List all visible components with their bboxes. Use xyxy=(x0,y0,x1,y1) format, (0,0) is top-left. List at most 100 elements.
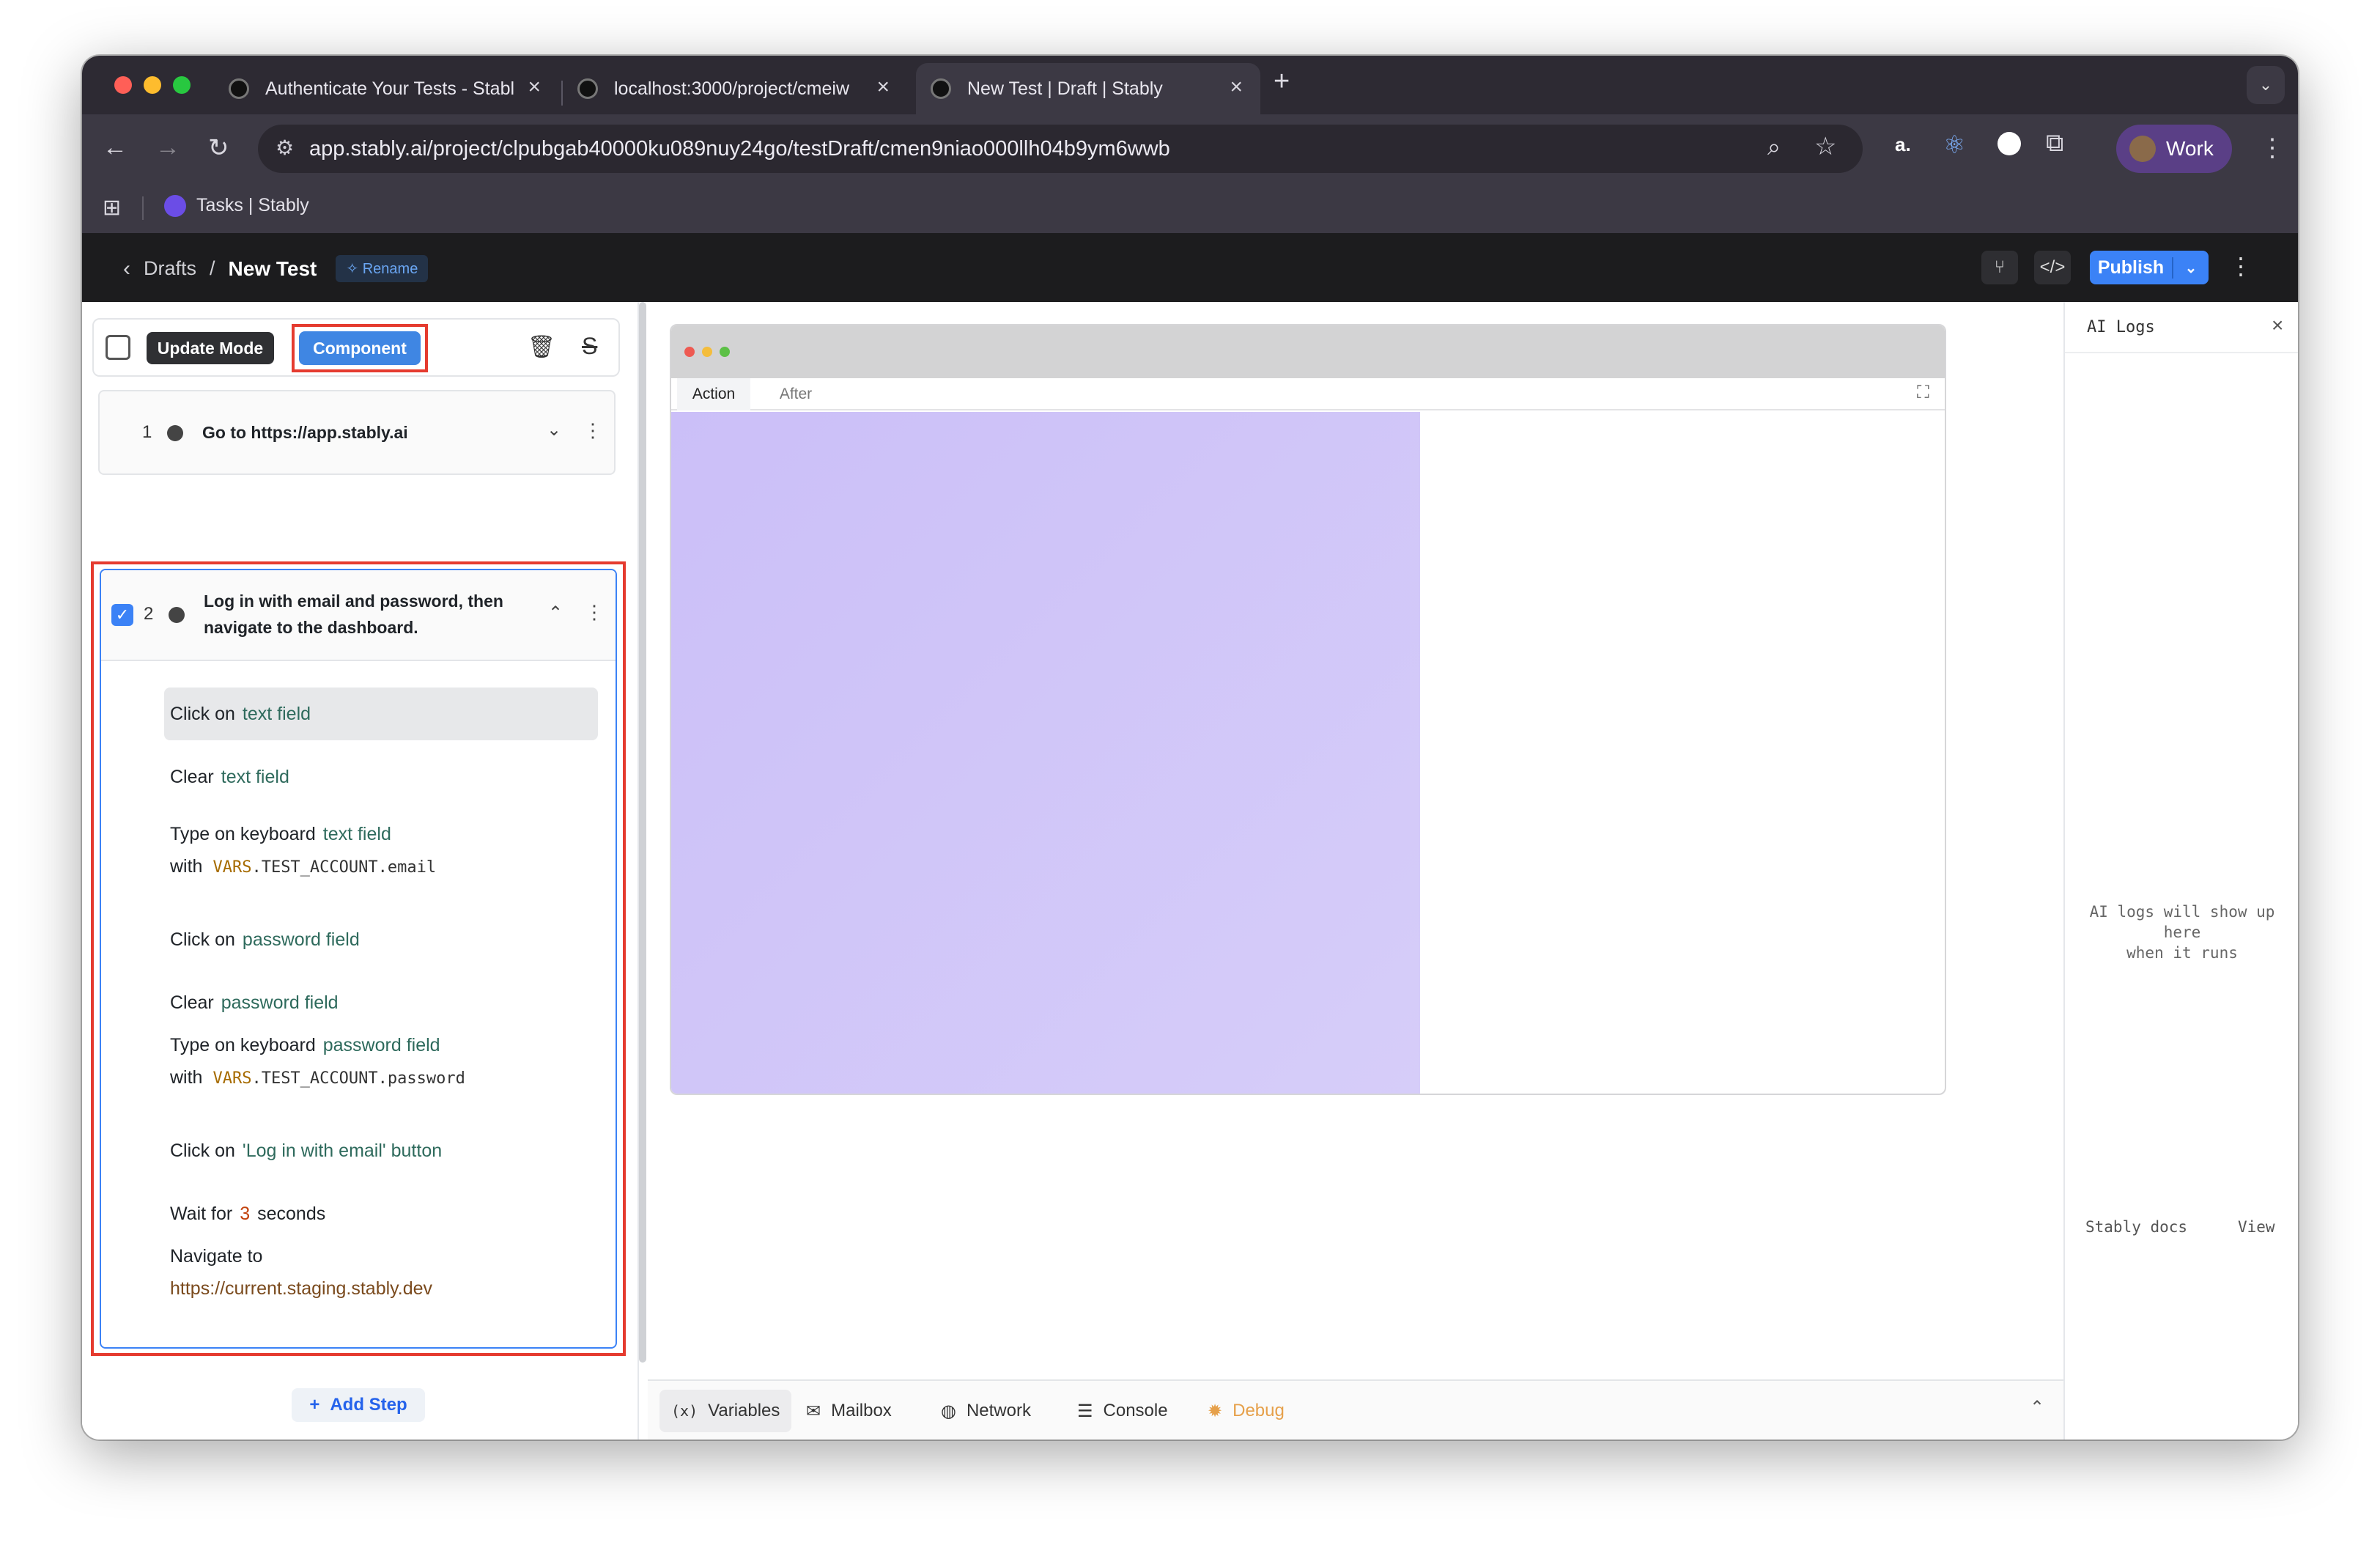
tab-search-button[interactable]: ⌄ xyxy=(2247,66,2285,104)
action-url: https://current.staging.stably.dev xyxy=(170,1278,433,1299)
forward-icon[interactable]: → xyxy=(155,133,180,162)
step-menu-icon[interactable]: ⋮ xyxy=(585,601,604,624)
url-text: app.stably.ai/project/clpubgab40000ku089… xyxy=(309,137,1170,161)
tab-new-test[interactable]: New Test | Draft | Stably × xyxy=(916,63,1260,114)
preview-titlebar xyxy=(671,325,1945,378)
ai-logs-header: AI Logs × xyxy=(2065,302,2298,353)
action-with: with xyxy=(170,856,203,877)
close-tab-icon[interactable]: × xyxy=(528,75,541,100)
action-row[interactable]: Clear text field xyxy=(170,761,289,793)
step-number: 2 xyxy=(144,604,154,624)
action-row[interactable]: Wait for 3 seconds xyxy=(170,1198,325,1230)
action-verb: Type on keyboard xyxy=(170,1035,316,1055)
fullscreen-icon[interactable]: ⛶ xyxy=(1917,383,1929,403)
tab-network[interactable]: ◍ Network xyxy=(929,1390,1043,1432)
tab-title: New Test | Draft | Stably xyxy=(967,78,1163,99)
tab-after[interactable]: After xyxy=(759,378,832,410)
browser-menu-icon[interactable]: ⋮ xyxy=(2260,133,2285,163)
component-highlight-box: Component xyxy=(292,324,428,372)
close-tab-icon[interactable]: × xyxy=(1230,75,1243,100)
empty-line: AI logs will show up here xyxy=(2089,903,2275,941)
add-step-button[interactable]: + Add Step xyxy=(292,1388,425,1422)
tab-debug[interactable]: ✹ Debug xyxy=(1196,1390,1296,1432)
action-target: password field xyxy=(242,929,360,950)
step-card-1[interactable]: 1 Go to https://app.stably.ai ⌄ ⋮ xyxy=(98,390,616,475)
action-verb: Wait for xyxy=(170,1204,233,1224)
close-icon[interactable]: × xyxy=(2272,314,2283,337)
step-2-header[interactable]: ✓ 2 Log in with email and password, then… xyxy=(101,570,616,661)
reload-icon[interactable]: ↻ xyxy=(208,133,229,163)
action-target: password field xyxy=(221,992,339,1013)
bookmarks-bar: ⊞ Tasks | Stably xyxy=(82,183,2298,233)
new-tab-button[interactable]: + xyxy=(1274,66,1290,97)
ai-logs-empty-state: AI logs will show up here when it runs xyxy=(2080,902,2285,963)
component-button[interactable]: Component xyxy=(299,331,421,365)
stably-docs-link[interactable]: Stably docs xyxy=(2085,1218,2187,1236)
tab-localhost[interactable]: localhost:3000/project/cmeiw × xyxy=(570,63,907,114)
strikethrough-icon[interactable]: S xyxy=(582,333,597,360)
plus-icon: + xyxy=(309,1395,320,1415)
profile-button[interactable]: Work xyxy=(2116,125,2232,173)
browser-window: Authenticate Your Tests - Stabl × localh… xyxy=(82,56,2298,1440)
apps-grid-icon[interactable]: ⊞ xyxy=(103,195,121,221)
action-row[interactable]: Click on text field xyxy=(170,698,311,730)
bookmark-star-icon[interactable]: ☆ xyxy=(1814,132,1836,161)
extensions-puzzle-icon[interactable]: ⧉ xyxy=(2046,129,2063,158)
tab-authenticate[interactable]: Authenticate Your Tests - Stabl × xyxy=(221,63,558,114)
tab-action[interactable]: Action xyxy=(677,378,750,410)
action-row[interactable]: Click on password field xyxy=(170,924,360,956)
browser-toolbar: ← → ↻ ⚙ app.stably.ai/project/clpubgab40… xyxy=(82,114,2298,183)
step-menu-icon[interactable]: ⋮ xyxy=(583,419,602,442)
code-view-button[interactable]: </> xyxy=(2034,251,2071,284)
close-window-button[interactable] xyxy=(114,76,132,94)
action-row[interactable]: Type on keyboard text field with VARS.TEST… xyxy=(170,818,436,884)
close-tab-icon[interactable]: × xyxy=(876,75,890,100)
extension-circle-icon[interactable] xyxy=(1998,132,2021,155)
action-target: text field xyxy=(242,704,311,724)
var-path: .TEST_ACCOUNT.email xyxy=(251,858,437,877)
collapse-chevron-icon[interactable]: ⌃ xyxy=(548,602,563,624)
action-number: 3 xyxy=(240,1204,251,1224)
address-bar[interactable]: ⚙ app.stably.ai/project/clpubgab40000ku0… xyxy=(258,125,1863,173)
tab-mailbox[interactable]: ✉ Mailbox xyxy=(794,1390,903,1432)
profile-label: Work xyxy=(2166,137,2214,160)
tab-variables[interactable]: (x) Variables xyxy=(659,1390,792,1432)
maximize-window-button[interactable] xyxy=(173,76,191,94)
action-row[interactable]: Type on keyboard password field with VARS.… xyxy=(170,1029,465,1095)
preview-browser-frame: Action After ⛶ xyxy=(670,324,1946,1095)
bug-icon: ✹ xyxy=(1208,1401,1223,1421)
tab-console[interactable]: ☰ Console xyxy=(1065,1390,1180,1432)
step-2-checkbox[interactable]: ✓ xyxy=(111,604,133,626)
back-chevron-icon[interactable]: ‹ xyxy=(123,257,130,281)
publish-button[interactable]: Publish ⌄ xyxy=(2090,251,2209,284)
tab-favicon-icon xyxy=(931,78,951,99)
back-icon[interactable]: ← xyxy=(103,133,128,162)
step-2-highlight-box: ✓ 2 Log in with email and password, then… xyxy=(91,561,626,1356)
branch-button[interactable]: ⑂ xyxy=(1981,251,2018,284)
step-card-2[interactable]: ✓ 2 Log in with email and password, then… xyxy=(100,569,617,1349)
action-row[interactable]: Click on 'Log in with email' button xyxy=(170,1135,442,1167)
more-options-icon[interactable]: ⋮ xyxy=(2229,252,2252,280)
extension-a-icon[interactable]: a. xyxy=(1895,133,1911,156)
action-target: 'Log in with email' button xyxy=(242,1140,443,1161)
expand-panel-chevron-icon[interactable]: ⌃ xyxy=(2030,1397,2044,1418)
expand-chevron-icon[interactable]: ⌄ xyxy=(547,419,561,441)
breadcrumb-drafts[interactable]: Drafts xyxy=(144,257,196,280)
site-settings-icon[interactable]: ⚙ xyxy=(276,136,294,160)
select-all-checkbox[interactable] xyxy=(106,335,130,360)
steps-scrollbar[interactable] xyxy=(639,302,646,1363)
step-title: Log in with email and password, then nav… xyxy=(204,588,503,641)
view-docs-link[interactable]: View xyxy=(2238,1218,2275,1236)
mail-icon: ✉ xyxy=(806,1401,821,1421)
action-row[interactable]: Clear password field xyxy=(170,987,339,1019)
minimize-window-button[interactable] xyxy=(144,76,161,94)
react-devtools-icon[interactable]: ⚛ xyxy=(1943,130,1965,160)
zoom-icon[interactable]: ⌕ xyxy=(1767,133,1781,161)
bookmark-tasks-stably[interactable]: Tasks | Stably xyxy=(164,195,309,218)
publish-dropdown-chevron-icon[interactable]: ⌄ xyxy=(2173,259,2209,277)
action-row[interactable]: Navigate to https://current.staging.stab… xyxy=(170,1240,432,1305)
update-mode-button[interactable]: Update Mode xyxy=(147,332,274,364)
trash-icon[interactable]: 🗑 xyxy=(528,334,555,360)
app-header: ‹ Drafts / New Test ✧ Rename ⑂ </> Publi… xyxy=(82,233,2298,302)
rename-button[interactable]: ✧ Rename xyxy=(336,255,429,282)
